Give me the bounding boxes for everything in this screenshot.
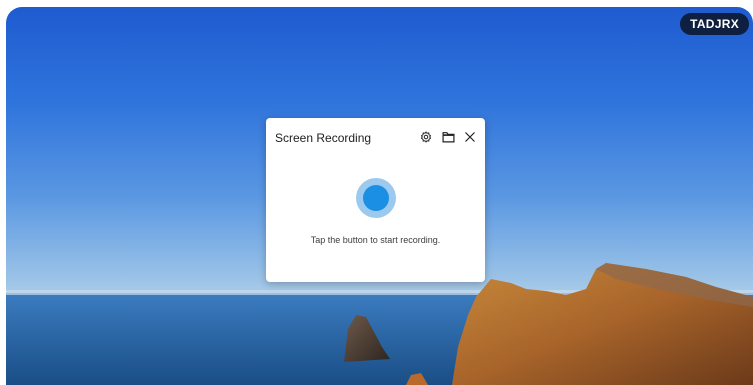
record-button-core [363, 185, 389, 211]
user-badge[interactable]: TADJRX [680, 13, 749, 35]
record-button[interactable] [356, 178, 396, 218]
folder-icon[interactable] [441, 130, 455, 144]
desktop: TADJRX Screen Recording Tap the button t… [6, 7, 753, 385]
dialog-title: Screen Recording [275, 131, 372, 145]
gear-icon[interactable] [419, 130, 433, 144]
dialog-actions [419, 130, 477, 144]
screen-recording-dialog: Screen Recording Tap the button to start… [266, 118, 485, 282]
start-recording-hint: Tap the button to start recording. [310, 235, 441, 245]
close-icon[interactable] [463, 130, 477, 144]
